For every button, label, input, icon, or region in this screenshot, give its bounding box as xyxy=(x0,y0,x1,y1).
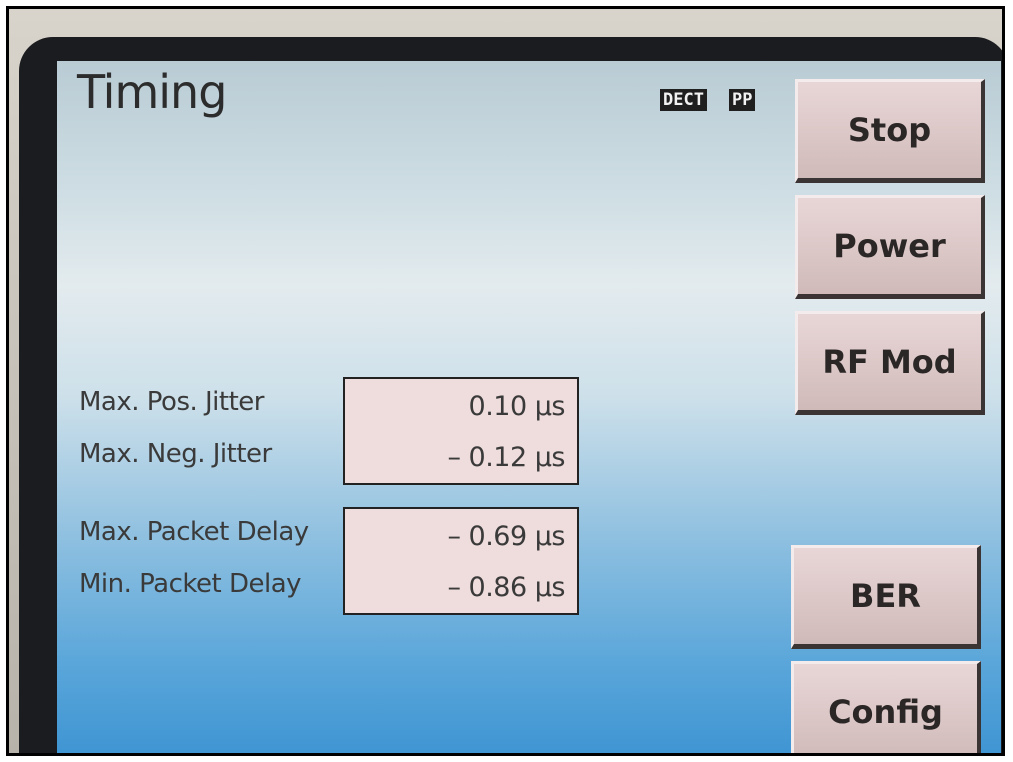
rf-mod-button[interactable]: RF Mod xyxy=(795,311,985,415)
device-role-badge: PP xyxy=(729,89,756,111)
jitter-value-box: 0.10 µs – 0.12 µs xyxy=(343,377,579,485)
standard-badge: DECT xyxy=(660,89,707,111)
min-packet-delay-value: – 0.86 µs xyxy=(447,572,565,603)
config-button[interactable]: Config xyxy=(791,661,981,753)
stop-button[interactable]: Stop xyxy=(795,79,985,183)
max-packet-delay-label: Max. Packet Delay xyxy=(79,517,309,547)
min-packet-delay-label: Min. Packet Delay xyxy=(79,569,302,599)
page-title: Timing xyxy=(77,65,227,119)
packet-delay-value-box: – 0.69 µs – 0.86 µs xyxy=(343,507,579,615)
photo-frame: Timing DECT PP Max. Pos. Jitter Max. Neg… xyxy=(6,6,1005,756)
ber-button[interactable]: BER xyxy=(791,545,981,649)
max-pos-jitter-value: 0.10 µs xyxy=(468,391,566,422)
power-button[interactable]: Power xyxy=(795,195,985,299)
instrument-screen: Timing DECT PP Max. Pos. Jitter Max. Neg… xyxy=(57,61,1001,753)
max-pos-jitter-label: Max. Pos. Jitter xyxy=(79,387,264,417)
max-neg-jitter-label: Max. Neg. Jitter xyxy=(79,439,272,469)
max-packet-delay-value: – 0.69 µs xyxy=(447,521,565,552)
max-neg-jitter-value: – 0.12 µs xyxy=(447,442,565,473)
